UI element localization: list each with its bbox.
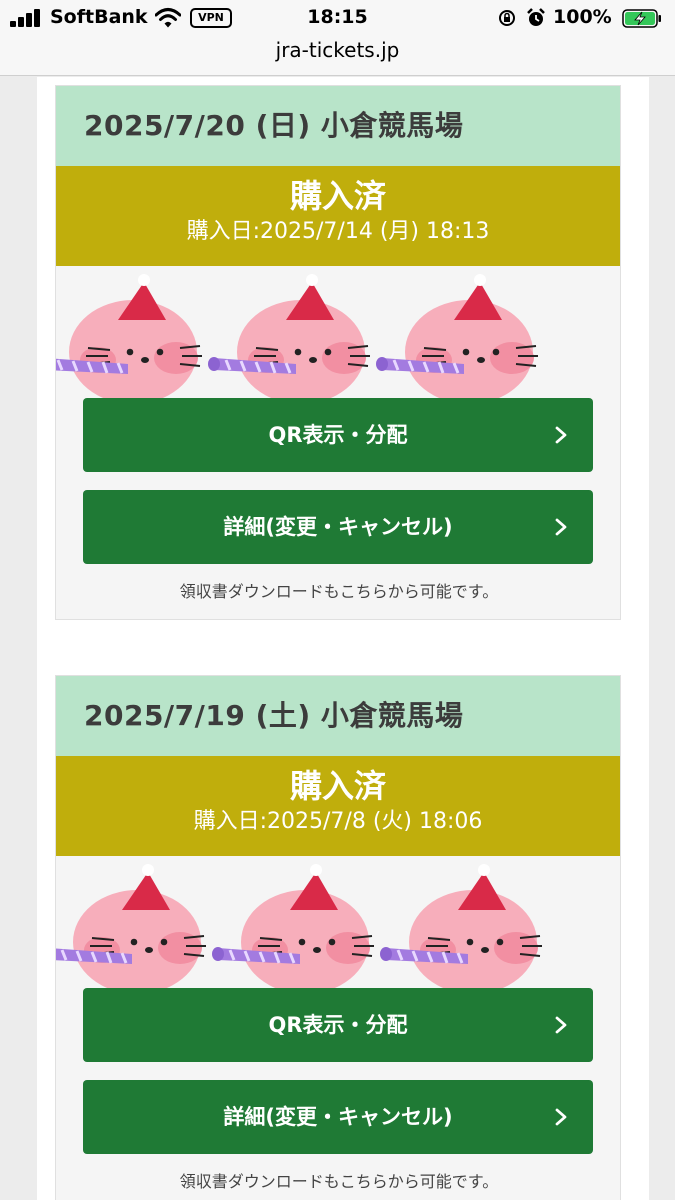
ticket-card: 2025/7/20 (日) 小倉競馬場 購入済 購入日:2025/7/14 (月… — [38, 85, 621, 620]
chevron-right-icon — [555, 426, 567, 444]
status-label: 購入済 — [289, 177, 386, 215]
receipt-note: 領収書ダウンロードもこちらから可能です。 — [179, 1172, 499, 1191]
alarm-icon — [527, 8, 545, 26]
url-bar[interactable]: jra-tickets.jp — [0, 38, 675, 62]
ticket-card: 2025/7/19 (土) 小倉競馬場 購入済 購入日:2025/7/8 (火)… — [42, 675, 621, 1200]
receipt-note: 領収書ダウンロードもこちらから可能です。 — [179, 582, 499, 601]
chevron-right-icon — [555, 1108, 567, 1126]
race-date-venue: 2025/7/20 (日) 小倉競馬場 — [84, 109, 464, 142]
purchase-status: 購入済 購入日:2025/7/8 (火) 18:06 — [56, 756, 620, 856]
status-bar: SoftBank VPN 18:15 100% — [0, 0, 675, 36]
purchase-status: 購入済 購入日:2025/7/14 (月) 18:13 — [56, 166, 620, 266]
purchase-date: 購入日:2025/7/8 (火) 18:06 — [193, 809, 483, 834]
seal-mascot-illustration — [42, 856, 620, 996]
qr-button-label: QR表示・分配 — [268, 423, 408, 447]
rotation-lock-icon — [499, 10, 515, 26]
detail-button-label: 詳細(変更・キャンセル) — [223, 515, 453, 539]
battery-charging-icon — [622, 9, 661, 28]
ios-top-chrome: SoftBank VPN 18:15 100% jra-tickets.jp — [0, 0, 675, 76]
qr-display-button[interactable]: QR表示・分配 — [83, 398, 593, 472]
purchase-date: 購入日:2025/7/14 (月) 18:13 — [186, 219, 490, 244]
page-content: 2025/7/20 (日) 小倉競馬場 購入済 購入日:2025/7/14 (月… — [37, 77, 649, 1200]
ticket-header: 2025/7/19 (土) 小倉競馬場 — [56, 676, 620, 756]
detail-button-label: 詳細(変更・キャンセル) — [223, 1105, 453, 1129]
battery-percent: 100% — [553, 6, 612, 28]
qr-button-label: QR表示・分配 — [268, 1013, 408, 1037]
qr-display-button[interactable]: QR表示・分配 — [83, 988, 593, 1062]
detail-change-cancel-button[interactable]: 詳細(変更・キャンセル) — [83, 1080, 593, 1154]
ticket-header: 2025/7/20 (日) 小倉競馬場 — [56, 86, 620, 166]
chevron-right-icon — [555, 518, 567, 536]
chevron-right-icon — [555, 1016, 567, 1034]
status-label: 購入済 — [289, 767, 386, 805]
detail-change-cancel-button[interactable]: 詳細(変更・キャンセル) — [83, 490, 593, 564]
seal-mascot-illustration — [38, 266, 620, 406]
race-date-venue: 2025/7/19 (土) 小倉競馬場 — [84, 699, 464, 732]
